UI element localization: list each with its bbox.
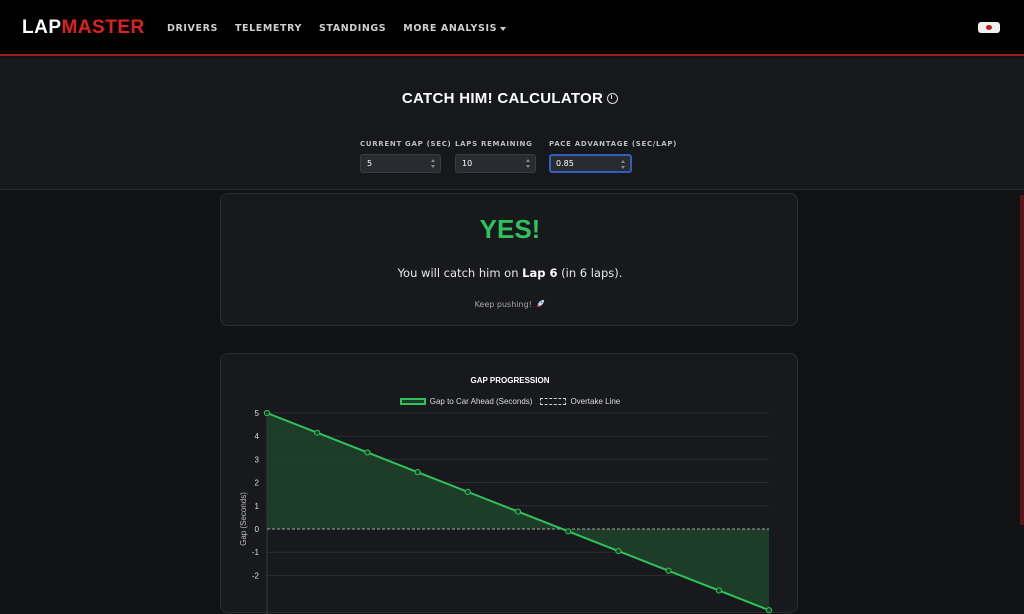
gap-data-point: [665, 567, 672, 574]
legend-label-overtake: Overtake Line: [570, 397, 621, 406]
legend-swatch-overtake: [540, 398, 567, 405]
laps-remaining-input[interactable]: 10: [455, 154, 536, 173]
gap-data-point: [615, 547, 622, 555]
legend-entry-overtake[interactable]: Overtake Line: [540, 397, 620, 406]
y-tick-label: 4: [255, 432, 260, 441]
current-gap-value: 5: [367, 159, 373, 168]
nav-more-label: MORE ANALYSIS: [403, 23, 498, 34]
chevron-down-icon: [500, 26, 507, 31]
calculator-title-text: CATCH HIM! CALCULATOR: [401, 90, 604, 107]
nav-item-standings[interactable]: STANDINGS: [319, 23, 386, 34]
gap-data-point: [263, 409, 271, 417]
gap-data-point: [715, 587, 722, 594]
gap-data-point: [314, 429, 321, 436]
nav-item-drivers[interactable]: DRIVERS: [167, 23, 218, 34]
gap-progression-chart: 5 4 3 2 1 0 -1 -2 Gap (Seconds): [239, 409, 773, 614]
current-gap-label: CURRENT GAP (SEC): [360, 140, 452, 148]
legend-label-gap: Gap to Car Ahead (Seconds): [429, 397, 533, 406]
encouragement-text: Keep pushing!: [474, 300, 532, 309]
y-tick-label: 1: [255, 502, 260, 511]
y-tick-label: 2: [255, 479, 260, 488]
y-tick-label: -2: [252, 571, 260, 580]
chart-ylabel: Gap (Seconds): [239, 492, 248, 546]
laps-remaining-label: LAPS REMAINING: [455, 140, 533, 148]
toggle-indicator-icon: [986, 25, 992, 30]
pace-advantage-value: 0.85: [556, 159, 574, 168]
stopwatch-icon: [607, 93, 619, 104]
gap-data-point: [464, 488, 471, 495]
brand-logo-part2: MASTER: [61, 17, 145, 38]
top-navbar: LAPMASTER DRIVERS TELEMETRY STANDINGS MO…: [0, 0, 1024, 56]
brand-logo[interactable]: LAPMASTER: [22, 17, 145, 39]
result-message: You will catch him on Lap 6 (in 6 laps).: [221, 266, 799, 280]
nav-item-telemetry[interactable]: TELEMETRY: [235, 23, 302, 34]
pace-advantage-label: PACE ADVANTAGE (SEC/LAP): [549, 140, 678, 148]
current-gap-input[interactable]: 5: [360, 154, 441, 173]
pace-advantage-input[interactable]: 0.85: [549, 154, 632, 173]
gap-data-point: [364, 449, 371, 456]
brand-logo-part1: LAP: [22, 17, 62, 38]
gap-data-point: [414, 469, 421, 476]
rocket-icon: [537, 299, 545, 308]
legend-entry-gap[interactable]: Gap to Car Ahead (Seconds): [399, 397, 533, 406]
chart-legend: Gap to Car Ahead (Seconds) Overtake Line: [221, 397, 799, 406]
result-message-suffix: (in 6 laps).: [557, 266, 623, 280]
laps-remaining-stepper[interactable]: [526, 159, 531, 168]
result-message-lap: Lap 6: [522, 266, 558, 280]
laps-remaining-value: 10: [462, 159, 473, 168]
y-tick-label: 5: [255, 409, 260, 418]
nav-item-more-analysis[interactable]: MORE ANALYSIS: [403, 23, 507, 34]
result-encouragement: Keep pushing!: [221, 299, 799, 309]
theme-toggle[interactable]: [978, 22, 1000, 33]
y-tick-label: 3: [255, 455, 260, 464]
gap-data-point: [565, 528, 572, 535]
calculator-title: CATCH HIM! CALCULATOR: [0, 90, 1020, 107]
main-nav: DRIVERS TELEMETRY STANDINGS MORE ANALYSI…: [167, 23, 507, 34]
chart-card: 5 4 3 2 1 0 -1 -2 Gap (Seconds) GAP PROGRESSION…: [220, 353, 799, 614]
gap-data-point: [765, 607, 773, 614]
result-card: YES! You will catch him on Lap 6 (in 6 l…: [220, 193, 798, 326]
y-tick-label: -1: [252, 548, 260, 557]
legend-swatch-gap: [399, 398, 426, 405]
current-gap-stepper[interactable]: [431, 159, 436, 168]
calculator-panel: CATCH HIM! CALCULATOR CURRENT GAP (SEC) …: [0, 58, 1024, 190]
y-tick-label: 0: [255, 525, 260, 534]
gap-data-point: [514, 508, 522, 515]
result-verdict: YES!: [479, 214, 541, 244]
pace-advantage-stepper[interactable]: [621, 160, 626, 169]
chart-title: GAP PROGRESSION: [470, 376, 550, 385]
scroll-edge-indicator: [1020, 195, 1024, 525]
result-message-prefix: You will catch him on: [397, 266, 523, 280]
